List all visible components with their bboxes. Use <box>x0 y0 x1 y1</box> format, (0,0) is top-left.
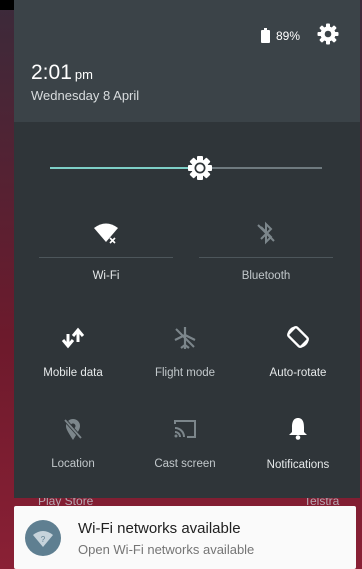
wifi-networks-notification[interactable]: ? Wi-Fi networks available Open Wi-Fi ne… <box>14 506 356 569</box>
tile-notifications-label: Notifications <box>266 459 330 471</box>
rotate-icon <box>287 326 309 348</box>
tile-notifications[interactable]: Notifications <box>258 413 338 475</box>
mobile-data-arrows-icon <box>61 327 85 349</box>
wifi-question-icon: ? <box>33 531 53 547</box>
status-bar-edge <box>0 0 14 10</box>
tile-cast-screen[interactable]: Cast screen <box>145 413 225 475</box>
brightness-fill <box>50 167 200 169</box>
notification-subtitle: Open Wi-Fi networks available <box>78 542 255 557</box>
tile-flight-mode-label: Flight mode <box>154 367 216 379</box>
quick-settings-header: 89% 2:01 pm Wednesday 8 April <box>14 0 360 122</box>
brightness-slider[interactable] <box>50 155 322 181</box>
clock-ampm: pm <box>74 67 93 82</box>
settings-gear-icon[interactable] <box>316 22 340 46</box>
tile-bluetooth[interactable]: Bluetooth <box>199 218 333 288</box>
wifi-divider <box>39 257 173 258</box>
notification-icon-badge: ? <box>25 520 61 556</box>
bluetooth-off-icon <box>257 221 275 245</box>
battery-icon <box>261 28 270 43</box>
tile-bluetooth-label: Bluetooth <box>241 270 291 282</box>
battery-percent: 89% <box>276 29 301 43</box>
quick-settings-panel: 89% 2:01 pm Wednesday 8 April Wi-Fi Blue… <box>14 0 360 498</box>
tile-mobile-data[interactable]: Mobile data <box>33 322 113 384</box>
tile-flight-mode[interactable]: Flight mode <box>145 322 225 384</box>
clock-time: 2:01 <box>31 61 72 84</box>
tile-wifi[interactable]: Wi-Fi <box>39 218 173 288</box>
bluetooth-divider <box>199 257 333 258</box>
tile-auto-rotate-label: Auto-rotate <box>269 367 327 379</box>
tile-location[interactable]: Location <box>33 413 113 475</box>
tile-mobile-data-label: Mobile data <box>43 367 103 379</box>
notification-title: Wi-Fi networks available <box>78 520 241 537</box>
location-off-icon <box>63 418 83 440</box>
airplane-off-icon <box>174 327 196 349</box>
clock[interactable]: 2:01 pm <box>31 61 93 85</box>
tile-location-label: Location <box>51 458 95 470</box>
brightness-thumb-icon[interactable] <box>187 155 213 181</box>
wifi-icon <box>94 223 118 244</box>
tile-wifi-label: Wi-Fi <box>92 270 120 282</box>
svg-text:?: ? <box>41 535 46 544</box>
tile-auto-rotate[interactable]: Auto-rotate <box>258 322 338 384</box>
date-label[interactable]: Wednesday 8 April <box>31 88 139 103</box>
bell-icon <box>289 418 307 440</box>
tile-cast-screen-label: Cast screen <box>154 458 216 470</box>
cast-icon <box>174 420 196 438</box>
